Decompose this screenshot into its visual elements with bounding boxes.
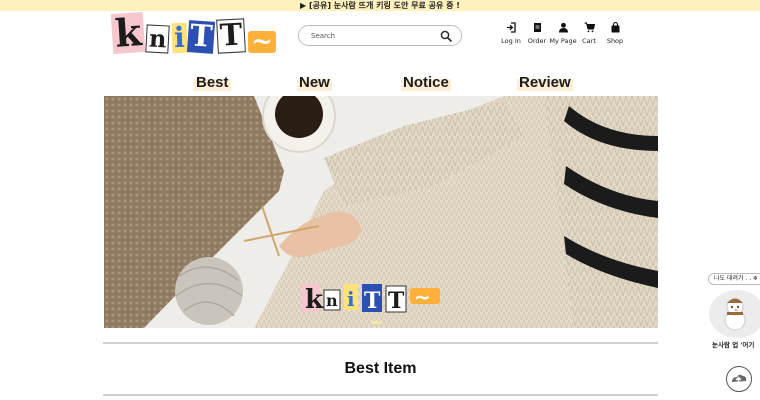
- cart-link[interactable]: Cart: [575, 22, 603, 45]
- svg-text:T: T: [388, 288, 405, 314]
- nav-notice-label: Notice: [401, 74, 451, 91]
- cart-label: Cart: [582, 37, 596, 45]
- logo-letter-t2: T: [215, 17, 246, 54]
- cloud-arrow-up-icon: [732, 374, 747, 384]
- scroll-to-top-button[interactable]: [726, 366, 752, 392]
- logo-letter-n: n: [145, 24, 171, 54]
- best-item-heading: Best Item: [344, 360, 417, 377]
- order-link[interactable]: Order: [523, 22, 551, 45]
- login-icon: [506, 22, 516, 33]
- order-label: Order: [527, 37, 547, 45]
- svg-text:~: ~: [414, 285, 431, 309]
- shop-link[interactable]: Shop: [601, 22, 629, 45]
- nav-new[interactable]: New: [297, 72, 332, 92]
- user-icon: [558, 22, 568, 33]
- logo-letter-t1: T: [187, 18, 216, 55]
- nav-review[interactable]: Review: [517, 72, 573, 92]
- login-link[interactable]: Log In: [497, 22, 525, 45]
- mypage-link[interactable]: My Page: [549, 22, 577, 45]
- widget-caption: 눈사람 업 '어기: [708, 339, 760, 351]
- top-announcement-banner[interactable]: ▶ [공유] 눈사람 뜨개 키링 도안 무료 공유 중 !: [0, 0, 760, 11]
- order-icon: [533, 23, 541, 32]
- shop-label: Shop: [606, 37, 624, 45]
- nav-review-label: Review: [517, 74, 573, 91]
- logo-tilde: ~: [248, 29, 276, 55]
- login-label: Log In: [501, 37, 521, 45]
- mypage-label: My Page: [549, 37, 577, 45]
- widget-speech-bubble: 나도 데려가 . . ❄: [708, 273, 760, 285]
- search-icon[interactable]: [440, 30, 452, 42]
- search-input[interactable]: [311, 29, 431, 43]
- cart-icon: [584, 22, 595, 33]
- logo-letter-i: i: [171, 20, 187, 55]
- svg-text:k: k: [305, 285, 324, 315]
- hero-knitting-photo: k n i T T ~: [104, 96, 658, 328]
- snowman-floating-widget[interactable]: 나도 데려가 . . ❄ 눈사람 업 '어기: [706, 270, 760, 360]
- svg-text:i: i: [347, 287, 355, 311]
- search-bar[interactable]: [298, 25, 462, 46]
- nav-best-label: Best: [194, 74, 231, 91]
- svg-text:n: n: [326, 291, 338, 310]
- section-divider-top: [103, 342, 658, 344]
- svg-text:T: T: [364, 288, 381, 314]
- nav-best[interactable]: Best: [194, 72, 231, 92]
- section-divider-bottom: [103, 394, 658, 396]
- hero-banner[interactable]: k n i T T ~: [104, 96, 658, 328]
- site-logo[interactable]: k n i T T ~: [110, 9, 276, 56]
- shop-bag-icon: [611, 22, 619, 33]
- logo-letter-k: k: [110, 9, 146, 56]
- nav-notice[interactable]: Notice: [401, 72, 451, 92]
- snowman-icon: [724, 298, 746, 331]
- nav-new-label: New: [297, 74, 332, 91]
